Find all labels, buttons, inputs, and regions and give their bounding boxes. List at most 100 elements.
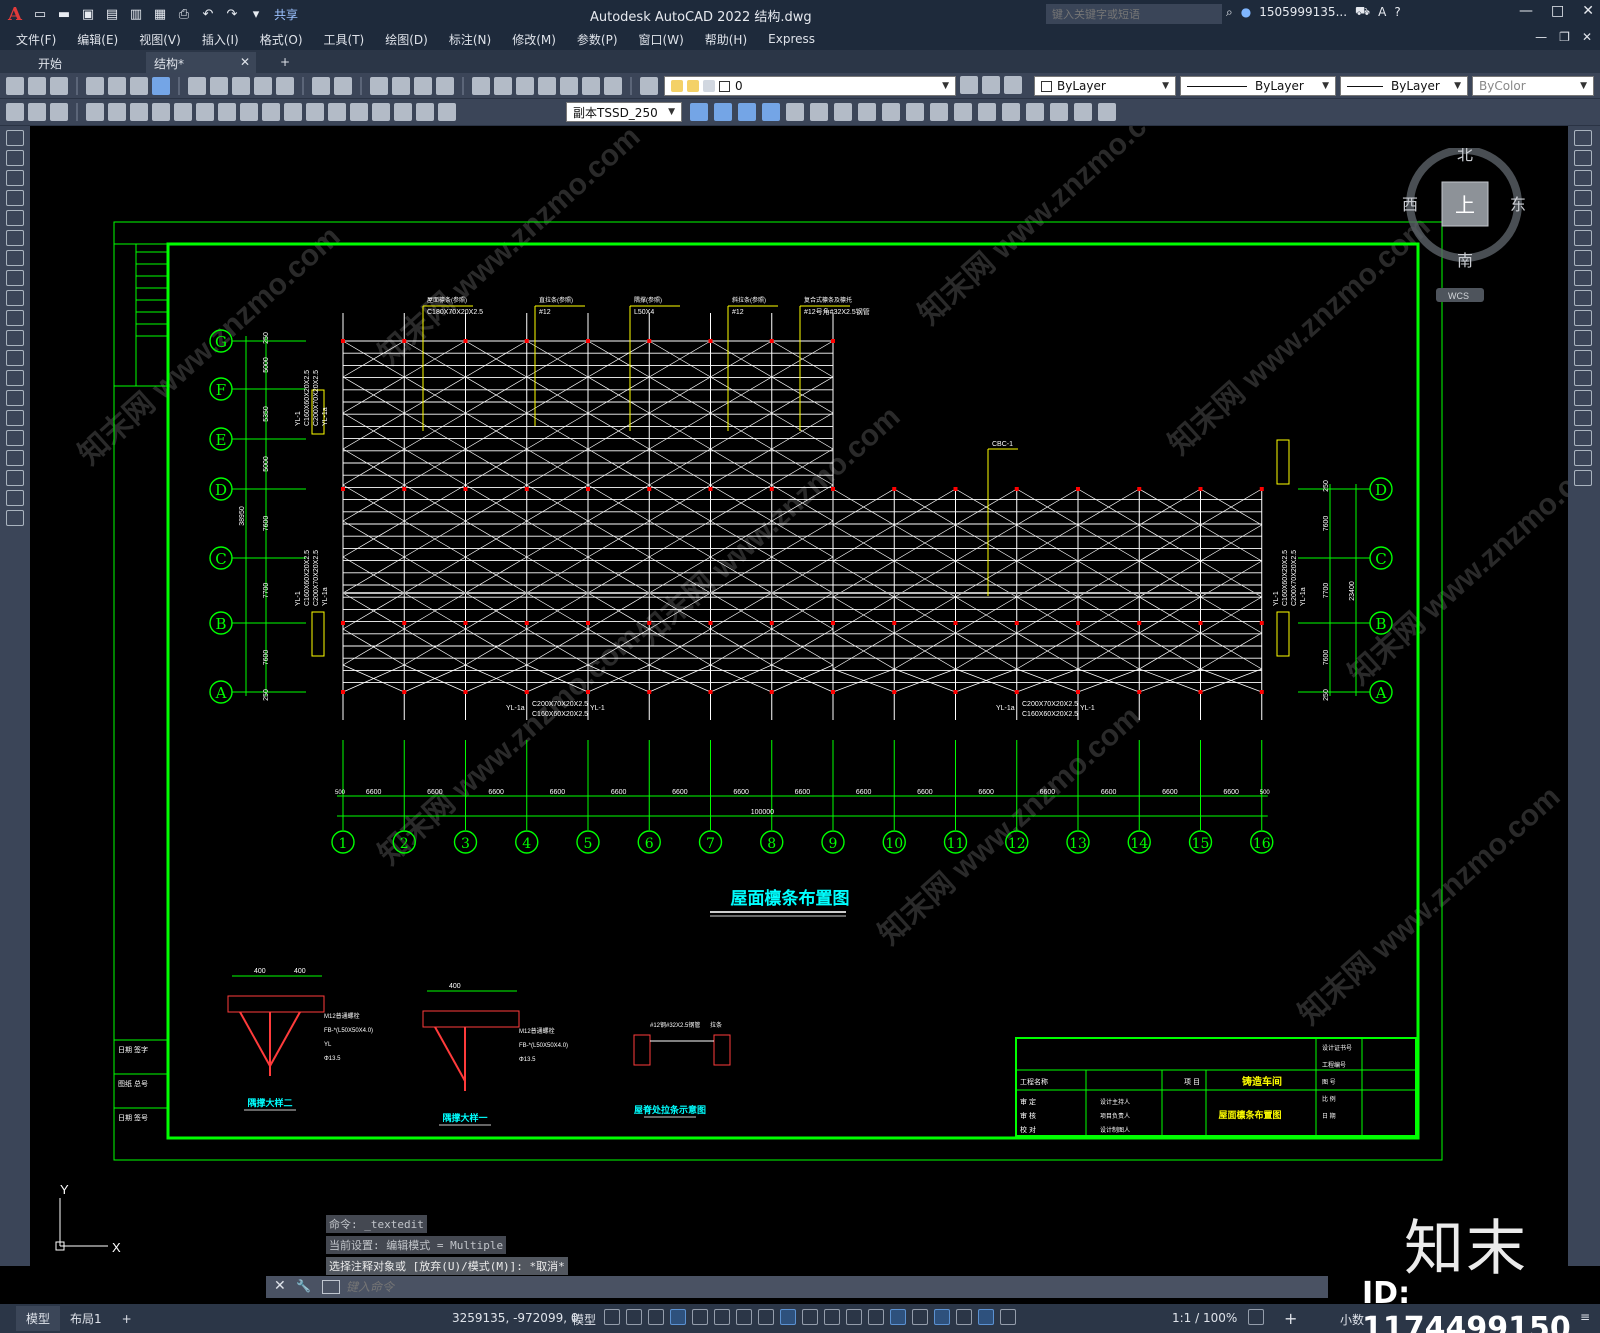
snap-icon[interactable] (626, 1309, 642, 1325)
stretch-icon[interactable] (1574, 290, 1592, 306)
trim-icon[interactable] (1574, 310, 1592, 326)
menu-view[interactable]: 视图(V) (139, 31, 181, 48)
new-icon[interactable]: ▭ (30, 4, 50, 24)
menu-format[interactable]: 格式(O) (260, 31, 303, 48)
menu-parametric[interactable]: 参数(P) (577, 31, 618, 48)
open-icon[interactable]: ▬ (54, 4, 74, 24)
inspection-icon[interactable] (350, 103, 368, 121)
lightbulb-icon[interactable] (671, 80, 683, 92)
table-icon[interactable] (6, 470, 24, 486)
cursor-coordinates[interactable]: 3259135, -972099, 0 (452, 1311, 578, 1325)
viewcube-north-label[interactable]: 北 (1457, 148, 1473, 164)
mirror-tool-icon[interactable] (786, 103, 804, 121)
ordinate-dim-icon[interactable] (86, 103, 104, 121)
search-input[interactable] (1046, 4, 1222, 24)
autocad-logo-icon[interactable]: A (8, 4, 22, 25)
sun-icon[interactable] (687, 80, 699, 92)
radius-dim-icon[interactable] (108, 103, 126, 121)
lineweight-dropdown[interactable]: ByLayer ▼ (1340, 76, 1468, 96)
make-current-layer-icon[interactable] (960, 76, 978, 94)
layer-previous-icon[interactable] (982, 76, 1000, 94)
chevron-down-icon[interactable]: ▼ (1454, 81, 1461, 91)
stretch-tool-icon[interactable] (930, 103, 948, 121)
annotation-visibility-icon[interactable] (956, 1309, 972, 1325)
ortho-icon[interactable] (692, 1309, 708, 1325)
revcloud-icon[interactable] (6, 270, 24, 286)
chevron-down-icon[interactable]: ▼ (668, 107, 675, 117)
extend-icon[interactable] (1574, 330, 1592, 346)
explode-tool-icon[interactable] (1098, 103, 1116, 121)
redo-icon[interactable]: ↷ (222, 4, 242, 24)
trim-tool-icon[interactable] (954, 103, 972, 121)
gizmo-icon[interactable] (934, 1309, 950, 1325)
undo-icon[interactable]: ↶ (198, 4, 218, 24)
menu-dimension[interactable]: 标注(N) (449, 31, 491, 48)
dynamic-input-icon[interactable] (670, 1309, 686, 1325)
rectangle-icon[interactable] (6, 210, 24, 226)
preview-icon[interactable] (108, 76, 126, 95)
annotation-scale-value[interactable]: 1:1 / 100% (1172, 1311, 1237, 1325)
zoom-window-icon[interactable] (414, 76, 432, 95)
doc-close-icon[interactable]: ✕ (1582, 30, 1592, 44)
extend-tool-icon[interactable] (978, 103, 996, 121)
rotate-tool-icon[interactable] (882, 103, 900, 121)
erase-icon[interactable] (1574, 130, 1592, 146)
menu-help[interactable]: 帮助(H) (705, 31, 747, 48)
array-tool-icon[interactable] (834, 103, 852, 121)
tab-close-icon[interactable]: ✕ (240, 55, 250, 69)
grid-icon[interactable] (604, 1309, 620, 1325)
publish-icon[interactable]: ▥ (126, 4, 146, 24)
offset-icon[interactable] (1574, 190, 1592, 206)
polygon-icon[interactable] (6, 190, 24, 206)
isodraft-icon[interactable] (736, 1309, 752, 1325)
plotstyle-dropdown[interactable]: ByColor ▼ (1472, 76, 1594, 96)
offset-tool-icon[interactable] (810, 103, 828, 121)
move-tool-icon[interactable] (858, 103, 876, 121)
saveas-icon[interactable]: ▤ (102, 4, 122, 24)
viewcube-west-label[interactable]: 西 (1402, 195, 1418, 214)
selection-filter-icon[interactable] (912, 1309, 928, 1325)
calculator-icon[interactable] (582, 76, 600, 95)
menu-window[interactable]: 窗口(W) (639, 31, 684, 48)
markup-icon[interactable] (560, 76, 578, 95)
dynamic-ucs-icon[interactable] (890, 1309, 906, 1325)
infer-constraints-icon[interactable] (648, 1309, 664, 1325)
draworder-above-icon[interactable] (738, 103, 756, 121)
add-selected-icon[interactable] (6, 510, 24, 526)
tool-palettes-icon[interactable] (516, 76, 534, 95)
draworder-front-icon[interactable] (690, 103, 708, 121)
save-file-icon[interactable] (50, 76, 68, 95)
user-account[interactable]: 1505999135... (1259, 5, 1347, 19)
print-icon[interactable] (86, 76, 104, 95)
redo-tool-icon[interactable] (334, 76, 352, 95)
annotation-scale-icon[interactable] (1000, 1309, 1016, 1325)
cart-icon[interactable]: ⛟ (1355, 4, 1370, 20)
array-icon[interactable] (1574, 210, 1592, 226)
search-icon[interactable]: ⌕ (1226, 5, 1233, 20)
paste-icon[interactable] (232, 76, 250, 95)
model-space-toggle[interactable]: 模型 (572, 1311, 596, 1328)
menu-insert[interactable]: 插入(I) (202, 31, 239, 48)
chevron-down-icon[interactable]: ▼ (1162, 81, 1169, 91)
dimstyle-dropdown[interactable]: 副本TSSD_250 ▼ (566, 102, 682, 122)
move-icon[interactable] (1574, 230, 1592, 246)
chamfer-tool-icon[interactable] (1050, 103, 1068, 121)
dim-edit-icon[interactable] (394, 103, 412, 121)
pan-icon[interactable] (370, 76, 388, 95)
break-tool-icon[interactable] (1002, 103, 1020, 121)
dim-break-icon[interactable] (284, 103, 302, 121)
aligned-dim-icon[interactable] (28, 103, 46, 121)
menu-edit[interactable]: 编辑(E) (77, 31, 118, 48)
circle-icon[interactable] (6, 250, 24, 266)
close-icon[interactable]: ✕ (1582, 3, 1594, 19)
properties-icon[interactable] (472, 76, 490, 95)
spline-icon[interactable] (6, 290, 24, 306)
viewcube-south-label[interactable]: 南 (1457, 251, 1473, 270)
sheet-set-icon[interactable] (538, 76, 556, 95)
tab-start[interactable]: 开始 (30, 52, 70, 73)
auto-scale-icon[interactable] (978, 1309, 994, 1325)
draworder-under-icon[interactable] (762, 103, 780, 121)
help-icon[interactable]: ? (1394, 5, 1400, 19)
menu-draw[interactable]: 绘图(D) (385, 31, 428, 48)
explode-icon[interactable] (1574, 470, 1592, 486)
